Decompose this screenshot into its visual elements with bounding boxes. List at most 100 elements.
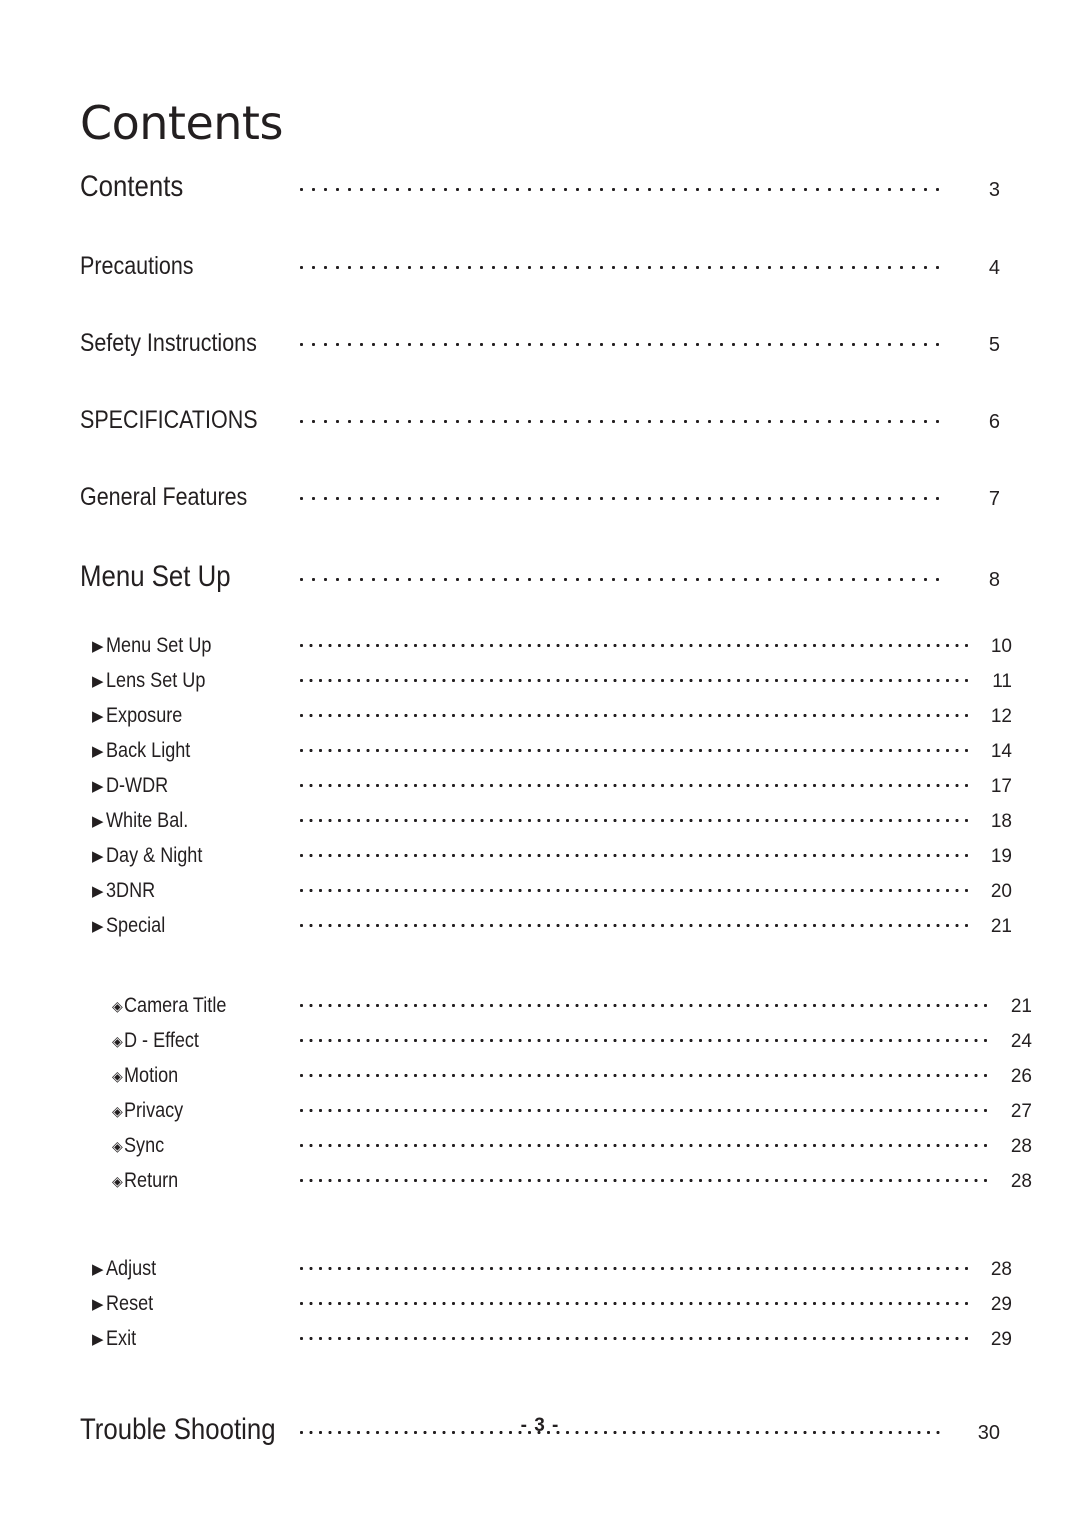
- toc-page-number: 29: [990, 1329, 1012, 1350]
- toc-entry-label: ▶ 3DNR: [92, 879, 155, 902]
- toc-page-number: 21: [990, 916, 1012, 937]
- toc-entry-label: ◈ Motion: [112, 1064, 178, 1087]
- toc-subsubentry-privacy[interactable]: ◈ Privacy 27: [80, 1099, 1032, 1123]
- leader-dots: [300, 412, 944, 428]
- leader-dots: [300, 671, 972, 687]
- toc-entry-contents[interactable]: Contents 3: [80, 170, 1000, 204]
- toc-subentry-white-bal[interactable]: ▶ White Bal. 18: [80, 809, 1012, 833]
- leader-dots: [300, 335, 944, 351]
- triangle-bullet-icon: ▶: [92, 1331, 104, 1348]
- leader-dots: [300, 881, 972, 897]
- toc-subsubentry-return[interactable]: ◈ Return 28: [80, 1169, 1032, 1193]
- toc-entry-label: ◈ D - Effect: [112, 1029, 199, 1052]
- triangle-bullet-icon: ▶: [92, 638, 104, 655]
- diamond-bullet-icon: ◈: [112, 1103, 123, 1119]
- triangle-bullet-icon: ▶: [92, 1296, 104, 1313]
- leader-dots: [300, 570, 944, 586]
- leader-dots: [300, 1031, 992, 1047]
- toc-subsubentry-motion[interactable]: ◈ Motion 26: [80, 1064, 1032, 1088]
- leader-dots: [300, 1294, 972, 1310]
- toc-entry-label: General Features: [80, 483, 248, 511]
- toc-group-majors: Contents 3 Precautions 4 Sefety Instruct…: [80, 170, 1000, 594]
- toc-subentry-exit[interactable]: ▶ Exit 29: [80, 1327, 1012, 1351]
- toc-entry-label: ◈ Camera Title: [112, 994, 227, 1017]
- leader-dots: [300, 1329, 972, 1345]
- diamond-bullet-icon: ◈: [112, 1068, 123, 1084]
- toc-subentry-lens-set-up[interactable]: ▶ Lens Set Up 11: [80, 669, 1012, 693]
- diamond-bullet-icon: ◈: [112, 1033, 123, 1049]
- toc-page-number: 8: [988, 569, 1000, 591]
- toc-subentry-day-and-night[interactable]: ▶ Day & Night 19: [80, 844, 1012, 868]
- toc-entry-general-features[interactable]: General Features 7: [80, 483, 1000, 512]
- leader-dots: [300, 1136, 992, 1152]
- diamond-bullet-icon: ◈: [112, 1138, 123, 1154]
- triangle-bullet-icon: ▶: [92, 708, 104, 725]
- toc-subsubentry-sync[interactable]: ◈ Sync 28: [80, 1134, 1032, 1158]
- toc-page-number: 26: [1010, 1066, 1032, 1087]
- toc-page-number: 6: [988, 411, 1000, 433]
- leader-dots: [300, 636, 972, 652]
- toc-entry-label: ▶ White Bal.: [92, 809, 188, 832]
- toc-subentry-d-wdr[interactable]: ▶ D-WDR 17: [80, 774, 1012, 798]
- toc-entry-label: ▶ Day & Night: [92, 844, 202, 867]
- toc-entry-precautions[interactable]: Precautions 4: [80, 252, 1000, 281]
- toc-subentry-menu-set-up[interactable]: ▶ Menu Set Up 10: [80, 634, 1012, 658]
- toc-page-number: 12: [990, 706, 1012, 727]
- diamond-bullet-icon: ◈: [112, 998, 123, 1014]
- toc-subentry-special[interactable]: ▶ Special 21: [80, 914, 1012, 938]
- toc-page-number: 17: [990, 776, 1012, 797]
- toc-subsubentry-camera-title[interactable]: ◈ Camera Title 21: [80, 994, 1032, 1018]
- toc-page-number: 20: [990, 881, 1012, 902]
- triangle-bullet-icon: ▶: [92, 883, 104, 900]
- toc-entry-menu-set-up[interactable]: Menu Set Up 8: [80, 560, 1000, 594]
- toc-entry-label: ▶ Exit: [92, 1327, 136, 1350]
- leader-dots: [300, 996, 992, 1012]
- toc-entry-safety-instructions[interactable]: Sefety Instructions 5: [80, 329, 1000, 358]
- toc-entry-label: Menu Set Up: [80, 560, 231, 593]
- leader-dots: [300, 1259, 972, 1275]
- page-footer: - 3 -: [520, 1415, 560, 1436]
- triangle-bullet-icon: ▶: [92, 673, 104, 690]
- leader-dots: [300, 916, 972, 932]
- toc-entry-label: ◈ Return: [112, 1169, 178, 1192]
- toc-group-subs: ▶ Menu Set Up 10 ▶ Lens Set Up 11 ▶ Expo…: [80, 634, 1012, 938]
- toc-page-number: 11: [992, 671, 1012, 692]
- triangle-bullet-icon: ▶: [92, 848, 104, 865]
- toc-page-number: 5: [988, 334, 1000, 356]
- leader-dots: [300, 776, 972, 792]
- toc-entry-label: ▶ Reset: [92, 1292, 153, 1315]
- toc-page-number: 28: [1010, 1136, 1032, 1157]
- toc-subentry-adjust[interactable]: ▶ Adjust 28: [80, 1257, 1012, 1281]
- toc-entry-label: ▶ D-WDR: [92, 774, 168, 797]
- toc-subentry-back-light[interactable]: ▶ Back Light 14: [80, 739, 1012, 763]
- toc-page-number: 27: [1010, 1101, 1032, 1122]
- toc-group-tail: ▶ Adjust 28 ▶ Reset 29 ▶ Exit 29: [80, 1257, 1012, 1351]
- toc-entry-specifications[interactable]: SPECIFICATIONS 6: [80, 406, 1000, 435]
- toc-page-number: 10: [990, 636, 1012, 657]
- triangle-bullet-icon: ▶: [92, 813, 104, 830]
- triangle-bullet-icon: ▶: [92, 1261, 104, 1278]
- toc-entry-label: ▶ Special: [92, 914, 165, 937]
- toc-page-number: 29: [990, 1294, 1012, 1315]
- toc-entry-label: ▶ Back Light: [92, 739, 190, 762]
- toc-subentry-reset[interactable]: ▶ Reset 29: [80, 1292, 1012, 1316]
- toc-entry-label: ◈ Sync: [112, 1134, 164, 1157]
- toc-page-number: 4: [988, 257, 1000, 279]
- toc-page-number: 14: [990, 741, 1012, 762]
- toc-subentry-3dnr[interactable]: ▶ 3DNR 20: [80, 879, 1012, 903]
- leader-dots: [300, 1171, 992, 1187]
- toc-page-number: 3: [988, 179, 1000, 201]
- toc-page-number: 7: [988, 488, 1000, 510]
- toc-entry-label: Precautions: [80, 252, 194, 280]
- toc-page-number: 19: [990, 846, 1012, 867]
- leader-dots: [300, 741, 972, 757]
- leader-dots: [300, 489, 944, 505]
- toc-entry-label: ▶ Adjust: [92, 1257, 156, 1280]
- triangle-bullet-icon: ▶: [92, 918, 104, 935]
- leader-dots: [300, 811, 972, 827]
- toc-subentry-exposure[interactable]: ▶ Exposure 12: [80, 704, 1012, 728]
- toc-page-number: 28: [990, 1259, 1012, 1280]
- toc-entry-label: SPECIFICATIONS: [80, 406, 258, 434]
- toc-subsubentry-d-effect[interactable]: ◈ D - Effect 24: [80, 1029, 1032, 1053]
- toc-entry-label: Contents: [80, 170, 184, 203]
